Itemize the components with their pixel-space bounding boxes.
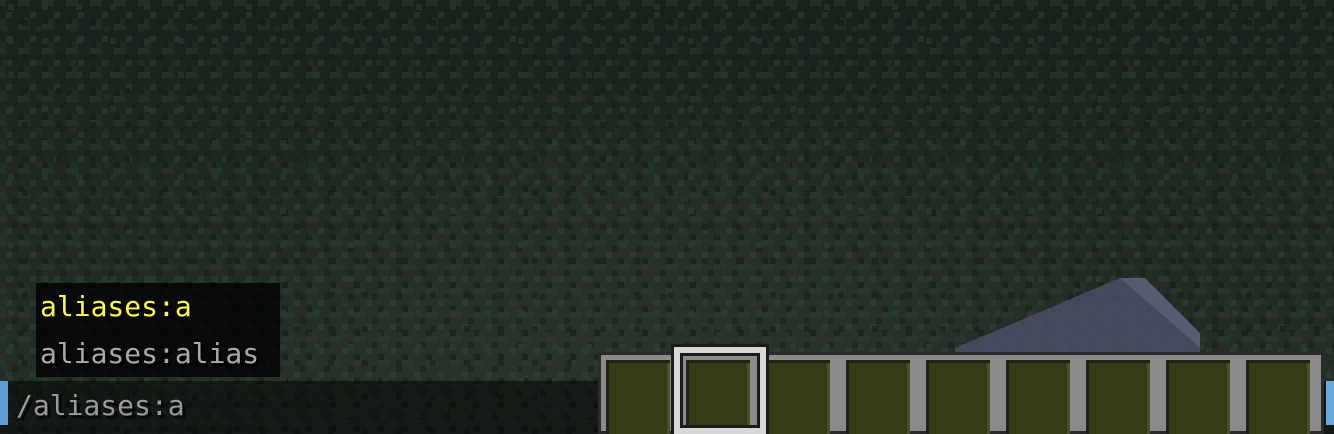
suggestion-item[interactable]: aliases:alias: [40, 339, 259, 369]
hotbar-slot-4[interactable]: [846, 360, 910, 434]
chat-input-field[interactable]: /aliases:a: [16, 390, 185, 422]
hotbar-slot-7[interactable]: [1086, 360, 1150, 434]
suggestion-item-selected[interactable]: aliases:a: [40, 292, 192, 322]
chat-input-cursor-accent: [0, 381, 8, 425]
hotbar-slot-9[interactable]: [1246, 360, 1310, 434]
hotbar-slot-1[interactable]: [606, 360, 670, 434]
hotbar-slot-8[interactable]: [1166, 360, 1230, 434]
hotbar-slot-3[interactable]: [766, 360, 830, 434]
edge-accent: [1326, 381, 1334, 425]
hotbar-selected-slot-highlight: [674, 347, 766, 434]
command-suggestion-list: aliases:a aliases:alias: [36, 283, 280, 377]
hotbar-slot-5[interactable]: [926, 360, 990, 434]
hotbar-slot-6[interactable]: [1006, 360, 1070, 434]
